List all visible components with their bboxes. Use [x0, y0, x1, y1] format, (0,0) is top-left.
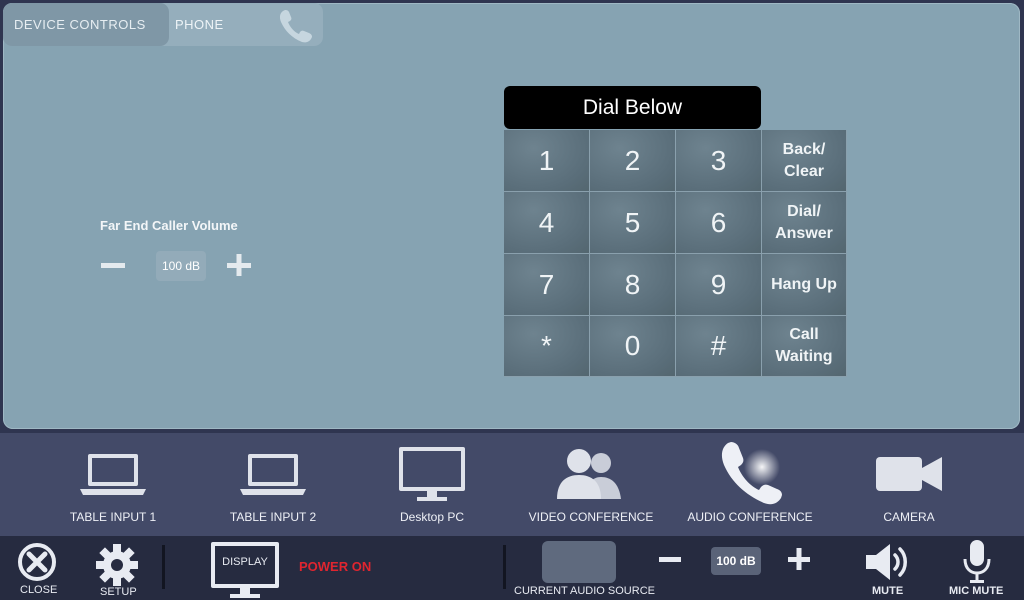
mute-label: MUTE [872, 585, 904, 597]
setup-label: SETUP [100, 586, 137, 598]
source-table-input-2[interactable]: TABLE INPUT 2 [213, 433, 333, 536]
far-end-volume-label: Far End Caller Volume [100, 218, 238, 233]
source-label: TABLE INPUT 1 [69, 510, 157, 524]
audio-volume-value: 100 dB [711, 547, 761, 575]
dial-keypad: 1 2 3 Back/ Clear 4 5 6 Dial/ Answer 7 8… [504, 130, 847, 377]
close-label: CLOSE [20, 584, 58, 596]
keypad-key-2[interactable]: 2 [590, 130, 676, 192]
close-icon [18, 543, 56, 581]
source-label: CAMERA [883, 510, 935, 524]
source-selector: TABLE INPUT 1 TABLE INPUT 2 Desktop PC V… [0, 433, 1024, 536]
mic-mute-label: MIC MUTE [949, 585, 1004, 597]
phone-icon[interactable] [275, 7, 317, 45]
divider [162, 545, 165, 589]
keypad-key-3[interactable]: 3 [676, 130, 762, 192]
audio-volume-down-button[interactable] [658, 548, 682, 570]
hang-up-button[interactable]: Hang Up [762, 254, 847, 316]
back-clear-button[interactable]: Back/ Clear [762, 130, 847, 192]
mute-button[interactable]: MUTE [862, 539, 912, 599]
source-video-conference[interactable]: VIDEO CONFERENCE [526, 433, 656, 536]
far-end-volume-value: 100 dB [156, 251, 206, 281]
phone-handset-icon [721, 442, 782, 505]
keypad-key-0[interactable]: 0 [590, 316, 676, 377]
tab-device-controls[interactable]: DEVICE CONTROLS [3, 3, 169, 46]
keypad-key-6[interactable]: 6 [676, 192, 762, 254]
laptop-icon [80, 454, 146, 495]
volume-down-button[interactable] [100, 253, 126, 277]
microphone-icon [963, 540, 991, 583]
display-button[interactable]: DISPLAY [210, 541, 280, 599]
gear-icon [96, 544, 138, 586]
source-camera[interactable]: CAMERA [850, 433, 968, 536]
setup-button[interactable]: SETUP [92, 540, 142, 600]
current-audio-source-label: CURRENT AUDIO SOURCE [514, 585, 655, 597]
dial-answer-button[interactable]: Dial/ Answer [762, 192, 847, 254]
tab-bar: DEVICE CONTROLS PHONE [3, 3, 323, 46]
divider [503, 545, 506, 589]
dial-display: Dial Below [504, 86, 761, 129]
source-label: TABLE INPUT 2 [229, 510, 317, 524]
volume-up-button[interactable] [226, 253, 252, 277]
mic-mute-button[interactable]: MIC MUTE [946, 539, 1010, 599]
keypad-key-star[interactable]: * [504, 316, 590, 377]
tab-phone[interactable]: PHONE [175, 3, 255, 46]
close-button[interactable]: CLOSE [14, 540, 60, 600]
keypad-key-hash[interactable]: # [676, 316, 762, 377]
call-waiting-button[interactable]: Call Waiting [762, 316, 847, 377]
display-label: DISPLAY [222, 556, 268, 568]
monitor-icon [211, 542, 279, 598]
power-status: POWER ON [299, 559, 372, 574]
keypad-key-5[interactable]: 5 [590, 192, 676, 254]
keypad-key-7[interactable]: 7 [504, 254, 590, 316]
source-label: VIDEO CONFERENCE [528, 510, 654, 524]
speaker-icon [866, 544, 907, 580]
keypad-key-9[interactable]: 9 [676, 254, 762, 316]
source-label: Desktop PC [399, 510, 465, 524]
source-audio-conference[interactable]: AUDIO CONFERENCE [685, 433, 815, 536]
current-audio-source-indicator [542, 541, 616, 583]
keypad-key-1[interactable]: 1 [504, 130, 590, 192]
source-label: AUDIO CONFERENCE [687, 510, 813, 524]
keypad-key-4[interactable]: 4 [504, 192, 590, 254]
source-desktop-pc[interactable]: Desktop PC [372, 433, 492, 536]
laptop-icon [240, 454, 306, 495]
people-icon [557, 449, 621, 499]
source-table-input-1[interactable]: TABLE INPUT 1 [53, 433, 173, 536]
monitor-icon [399, 447, 465, 501]
keypad-key-8[interactable]: 8 [590, 254, 676, 316]
video-camera-icon [876, 457, 942, 491]
audio-volume-up-button[interactable] [787, 548, 811, 570]
